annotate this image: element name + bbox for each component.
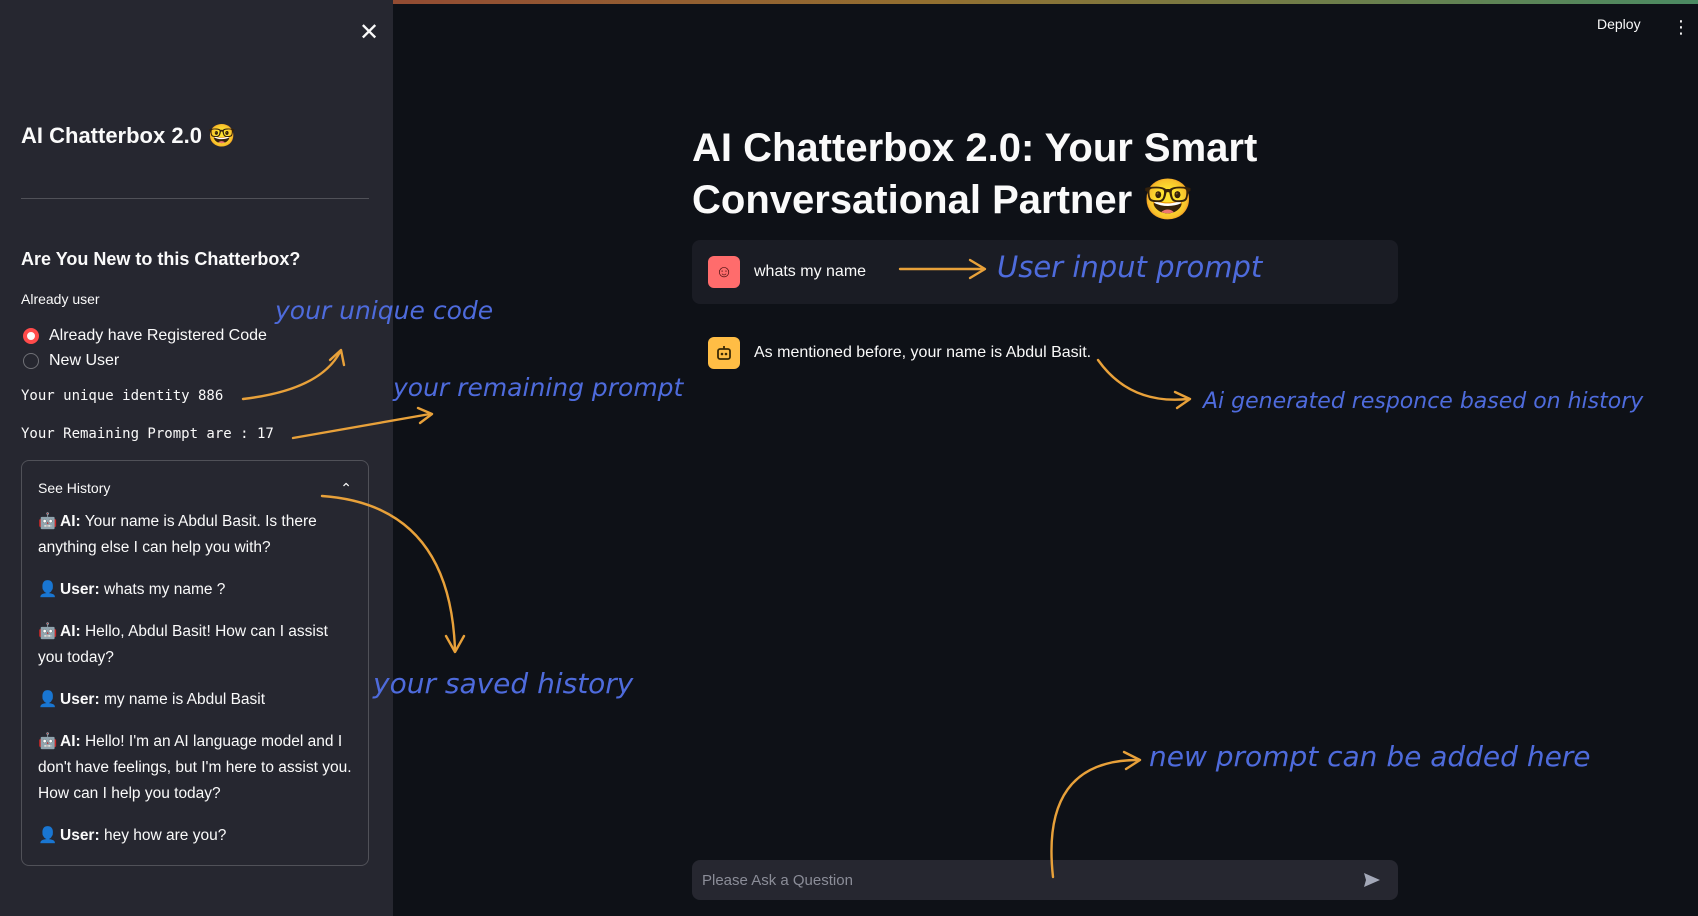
kebab-menu-icon[interactable]: ⋮ (1672, 15, 1690, 39)
annotation-unique-code: your unique code (275, 296, 494, 325)
sidebar-divider (21, 198, 369, 199)
annotation-user-input: User input prompt (997, 250, 1263, 284)
user-face-icon: ☺ (708, 256, 740, 288)
history-text: Hello, Abdul Basit! How can I assist you… (38, 623, 328, 666)
history-speaker: User: (60, 581, 100, 598)
history-speaker: AI: (60, 623, 81, 640)
history-list: 🤖 AI: Your name is Abdul Basit. Is there … (38, 509, 356, 865)
history-item: 👤 User: hey how are you? (38, 823, 356, 849)
history-speaker: AI: (60, 733, 81, 750)
history-speaker: AI: (60, 513, 81, 530)
deploy-button[interactable]: Deploy (1597, 16, 1641, 40)
history-item: 👤 User: whats my name ? (38, 577, 356, 603)
chat-input[interactable] (702, 871, 1354, 889)
radio-selected-icon[interactable] (23, 328, 39, 344)
chevron-up-icon[interactable]: ⌃ (340, 480, 352, 497)
history-expander-header[interactable]: See History ⌃ (38, 477, 352, 499)
robot-icon: 🤖 (38, 733, 58, 750)
user-icon: 👤 (38, 691, 58, 708)
history-text: whats my name ? (103, 581, 226, 598)
send-icon[interactable] (1354, 862, 1390, 898)
close-icon[interactable]: ✕ (354, 18, 384, 48)
annotation-saved-history: your saved history (373, 667, 634, 700)
radio-group-label: Already user (21, 291, 100, 307)
annotation-new-prompt: new prompt can be added here (1149, 740, 1591, 773)
history-item: 👤 User: my name is Abdul Basit (38, 687, 356, 713)
radio-option-label: Already have Registered Code (49, 327, 267, 344)
radio-already-registered[interactable]: Already have Registered Code (23, 325, 267, 347)
chat-input-container (692, 860, 1398, 900)
remaining-prompt-text: Your Remaining Prompt are : 17 (21, 426, 274, 442)
radio-option-label: New User (49, 352, 120, 369)
history-item: 🤖 AI: Your name is Abdul Basit. Is there … (38, 509, 356, 561)
history-text: hey how are you? (103, 827, 227, 844)
identity-text: Your unique identity 886 (21, 388, 224, 404)
chat-message-text: As mentioned before, your name is Abdul … (754, 344, 1092, 361)
sidebar: ✕ AI Chatterbox 2.0 🤓 Are You New to thi… (0, 0, 393, 916)
annotation-ai-response: Ai generated responce based on history (1203, 389, 1644, 414)
history-expander: See History ⌃ 🤖 AI: Your name is Abdul Ba… (21, 460, 369, 866)
robot-icon: 🤖 (38, 623, 58, 640)
user-icon: 👤 (38, 581, 58, 598)
robot-icon (708, 337, 740, 369)
history-item: 🤖 AI: Hello, Abdul Basit! How can I assis… (38, 619, 356, 671)
sidebar-subtitle: Are You New to this Chatterbox? (21, 249, 301, 269)
radio-unselected-icon[interactable] (23, 353, 39, 369)
radio-new-user[interactable]: New User (23, 350, 119, 372)
page-title: AI Chatterbox 2.0: Your Smart Conversati… (692, 126, 1258, 222)
chat-message-assistant: As mentioned before, your name is Abdul … (692, 332, 1398, 374)
sidebar-title: AI Chatterbox 2.0 🤓 (21, 123, 236, 148)
annotation-remaining-prompt: your remaining prompt (393, 373, 684, 402)
history-text: my name is Abdul Basit (103, 691, 266, 708)
history-label: See History (38, 480, 111, 496)
history-speaker: User: (60, 691, 100, 708)
chat-message-text: whats my name (754, 263, 867, 280)
robot-icon: 🤖 (38, 513, 58, 530)
user-icon: 👤 (38, 827, 58, 844)
history-text: Hello! I'm an AI language model and I do… (38, 733, 352, 802)
history-speaker: User: (60, 827, 100, 844)
history-item: 🤖 AI: Hello! I'm an AI language model and… (38, 729, 356, 807)
